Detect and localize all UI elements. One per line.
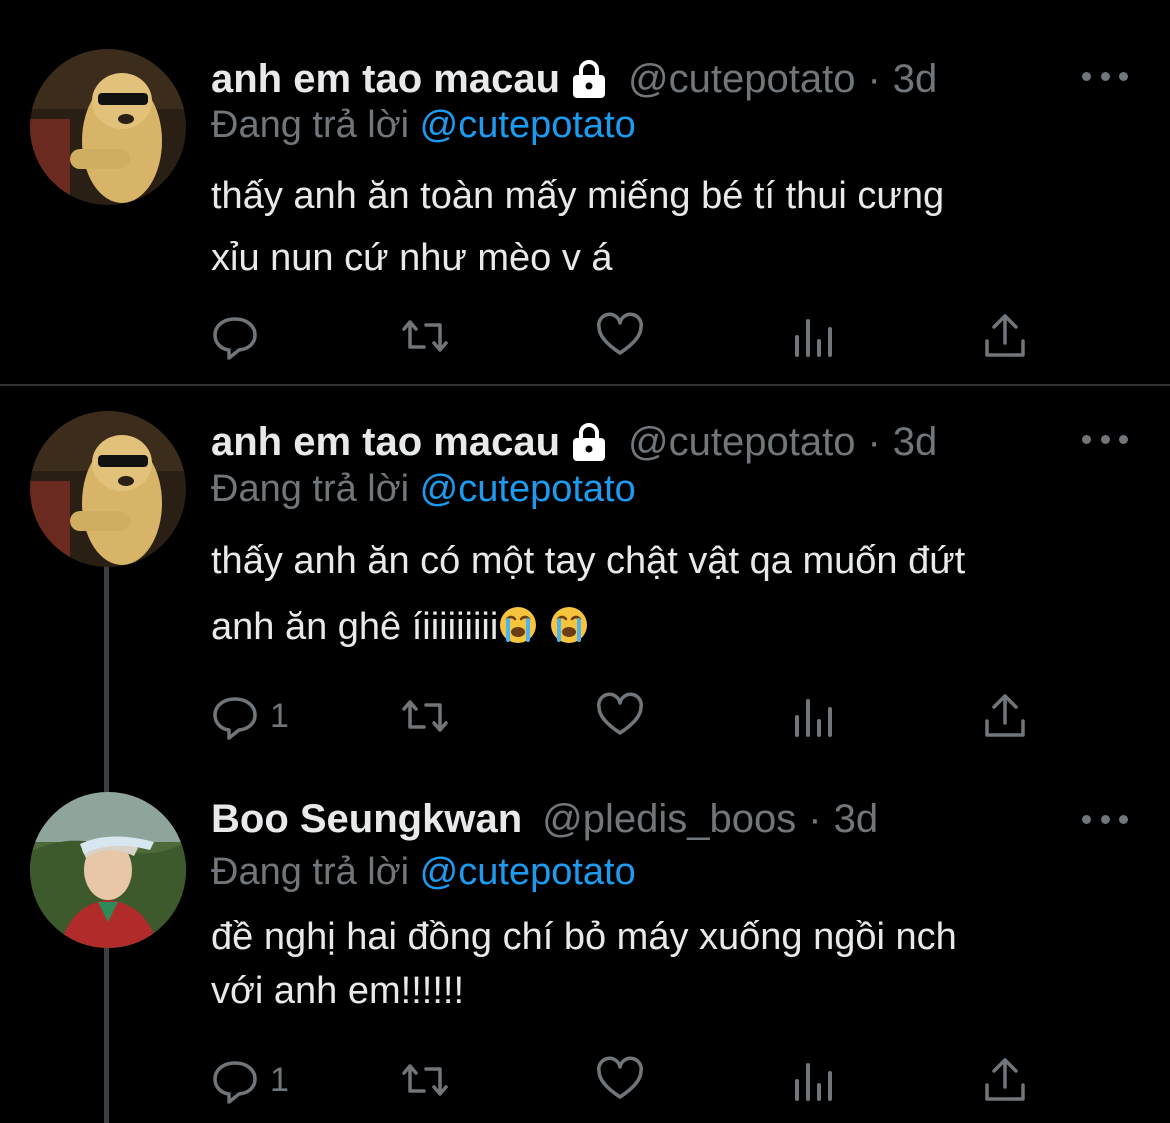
separator-dot: · [867, 56, 881, 101]
tweet-text-line: xỉu nun cứ như mèo v á [211, 237, 613, 279]
retweet-icon [402, 1064, 448, 1096]
share-button[interactable] [980, 688, 1030, 744]
share-button[interactable] [980, 308, 1030, 364]
reply-prefix: Đang trả lời [211, 104, 410, 146]
retweet-button[interactable] [400, 688, 450, 744]
more-icon[interactable] [1082, 804, 1128, 834]
reply-button[interactable]: 1 [210, 688, 289, 744]
timestamp[interactable]: 3d [893, 57, 938, 102]
tweet-1[interactable]: anh em tao macau @cutepotato · 3d Đang t… [0, 0, 1170, 386]
avatar-person-image [30, 792, 186, 948]
tweet-header: anh em tao macau @cutepotato · 3d [211, 50, 937, 108]
avatar-dog-image [30, 411, 186, 567]
tweet-text-line: đề nghị hai đồng chí bỏ máy xuống ngồi n… [211, 916, 957, 958]
analytics-icon [795, 699, 832, 737]
display-name[interactable]: Boo Seungkwan [211, 797, 522, 842]
avatar-dog[interactable] [30, 49, 186, 205]
tweet-text-line: thấy anh ăn toàn mấy miếng bé tí thui cư… [211, 175, 945, 217]
replying-to: Đang trả lời @cutepotato [211, 468, 636, 511]
share-button[interactable] [980, 1052, 1030, 1108]
reply-icon [213, 1061, 257, 1104]
reply-mention-link[interactable]: @cutepotato [420, 104, 636, 146]
retweet-button[interactable] [400, 1052, 450, 1108]
analytics-button[interactable] [788, 688, 838, 744]
heart-icon [597, 692, 643, 735]
reply-mention-link[interactable]: @cutepotato [420, 468, 636, 510]
avatar-dog[interactable] [30, 411, 186, 567]
replying-to: Đang trả lời @cutepotato [211, 851, 636, 894]
avatar-dog-image [30, 49, 186, 205]
reply-icon [213, 697, 257, 740]
action-bar [210, 308, 1050, 364]
retweet-button[interactable] [400, 308, 450, 364]
user-handle[interactable]: @cutepotato [628, 420, 855, 465]
lock-icon [570, 58, 608, 100]
tweet-text-segment: anh ăn ghê íiiiiiiiii [211, 606, 499, 648]
reply-count: 1 [270, 1060, 289, 1099]
reply-icon [213, 317, 257, 360]
tweet-2[interactable]: anh em tao macau @cutepotato · 3d Đang t… [0, 386, 1170, 776]
loudly-crying-face-emoji [550, 607, 587, 643]
thread-line [104, 948, 109, 1123]
tweet-text-line: thấy anh ăn có một tay chật vật qa muốn … [211, 540, 966, 582]
analytics-button[interactable] [788, 308, 838, 364]
reply-prefix: Đang trả lời [211, 851, 410, 893]
like-button[interactable] [595, 308, 645, 364]
lock-icon [570, 421, 608, 463]
like-button[interactable] [595, 688, 645, 744]
thread-line [104, 776, 109, 792]
separator-dot: · [808, 796, 822, 841]
user-handle[interactable]: @pledis_boos [542, 797, 796, 842]
tweet-3[interactable]: Boo Seungkwan @pledis_boos · 3d Đang trả… [0, 776, 1170, 1123]
reply-count: 1 [270, 696, 289, 735]
tweet-header: Boo Seungkwan @pledis_boos · 3d [211, 790, 878, 848]
more-icon[interactable] [1082, 61, 1128, 91]
tweet-text-line: với anh em!!!!!! [211, 970, 465, 1012]
action-bar: 1 [210, 1052, 1050, 1108]
reply-button[interactable] [210, 308, 270, 364]
share-icon [985, 314, 1025, 357]
share-icon [985, 694, 1025, 737]
display-name[interactable]: anh em tao macau [211, 420, 560, 465]
timestamp[interactable]: 3d [834, 797, 879, 842]
analytics-icon [795, 319, 832, 357]
heart-icon [597, 1056, 643, 1099]
like-button[interactable] [595, 1052, 645, 1108]
tweet-header: anh em tao macau @cutepotato · 3d [211, 413, 937, 471]
action-bar: 1 [210, 688, 1050, 744]
reply-mention-link[interactable]: @cutepotato [420, 851, 636, 893]
analytics-icon [795, 1063, 832, 1101]
display-name[interactable]: anh em tao macau [211, 57, 560, 102]
replying-to: Đang trả lời @cutepotato [211, 104, 636, 147]
thread-line [104, 564, 109, 776]
analytics-button[interactable] [788, 1052, 838, 1108]
tweet-text-line-2: anh ăn ghê íiiiiiiiii [211, 594, 1111, 660]
more-icon[interactable] [1082, 424, 1128, 454]
heart-icon [597, 312, 643, 355]
tweet-text: thấy anh ăn có một tay chật vật qa muốn … [211, 528, 1111, 660]
loudly-crying-face-emoji [500, 607, 537, 643]
reply-button[interactable]: 1 [210, 1052, 289, 1108]
retweet-icon [402, 320, 448, 352]
share-icon [985, 1058, 1025, 1101]
separator-dot: · [867, 419, 881, 464]
tweet-text: thấy anh ăn toàn mấy miếng bé tí thui cư… [211, 165, 1111, 289]
retweet-icon [402, 700, 448, 732]
avatar-boo-seungkwan[interactable] [30, 792, 186, 948]
timestamp[interactable]: 3d [893, 420, 938, 465]
reply-prefix: Đang trả lời [211, 468, 410, 510]
tweet-text: đề nghị hai đồng chí bỏ máy xuống ngồi n… [211, 910, 1111, 1018]
user-handle[interactable]: @cutepotato [628, 57, 855, 102]
